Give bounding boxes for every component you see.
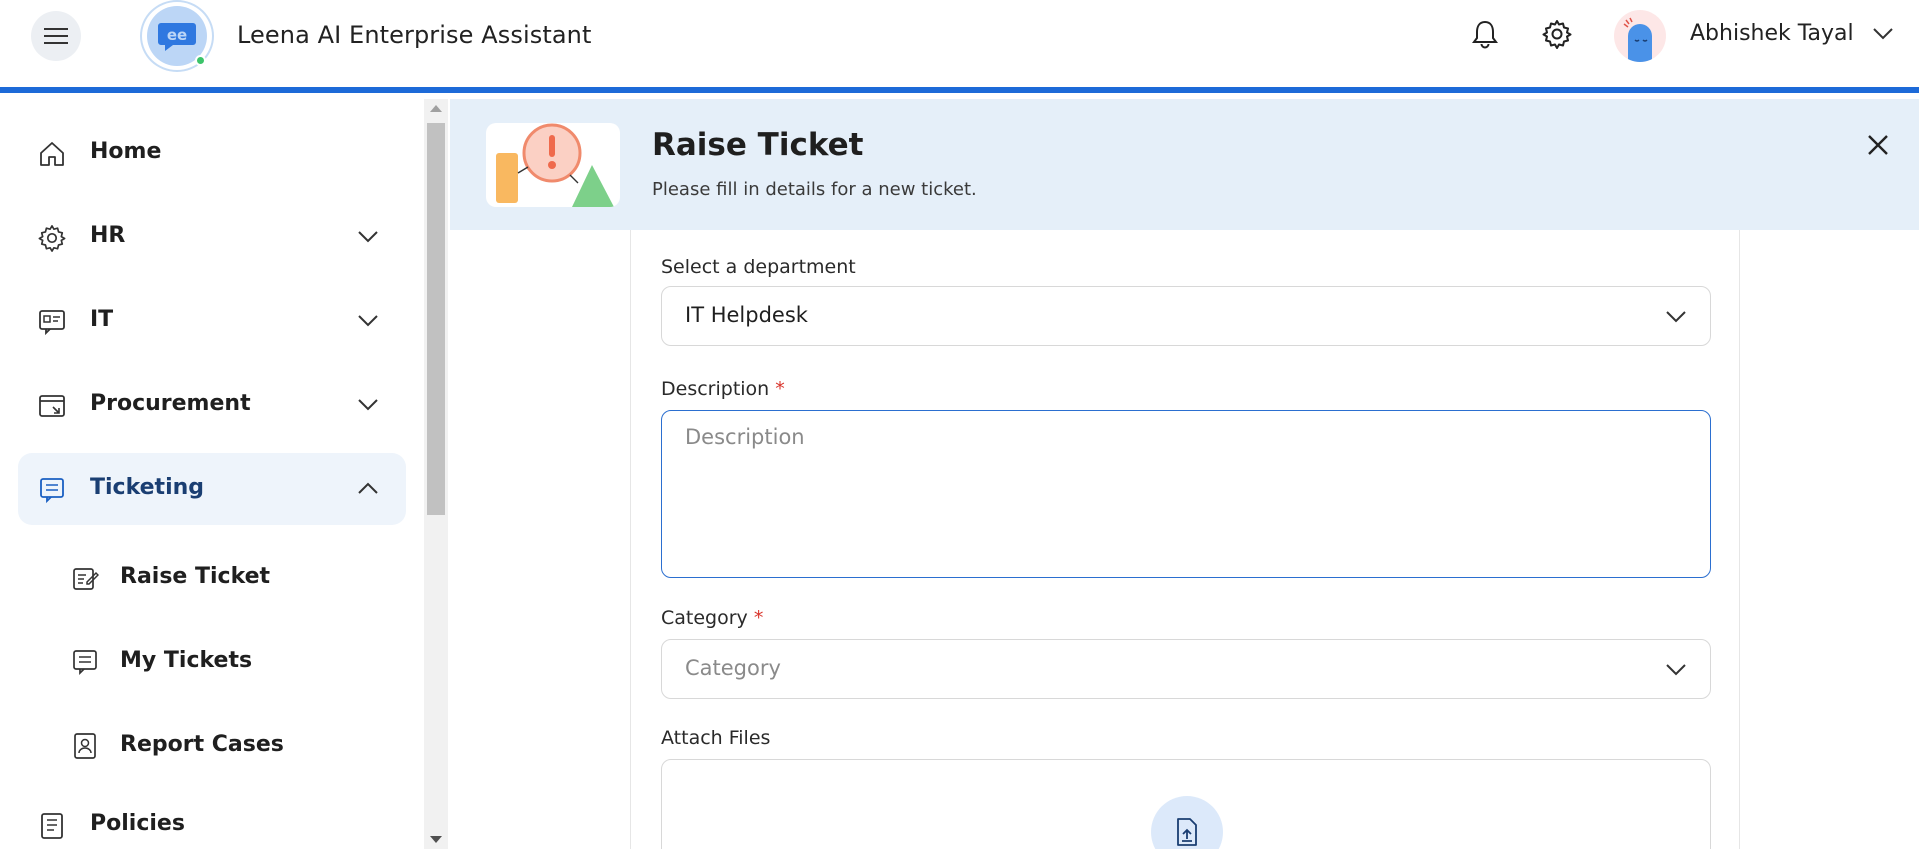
- upload-file-icon: [1177, 818, 1197, 846]
- scroll-down-arrow-icon[interactable]: [430, 836, 442, 843]
- description-field[interactable]: [661, 410, 1711, 578]
- user-avatar[interactable]: [1614, 10, 1666, 62]
- ticket-form: Select a department IT Helpdesk Descript…: [630, 230, 1740, 849]
- ticket-illustration: [486, 123, 620, 207]
- scrollbar-thumb[interactable]: [427, 123, 445, 515]
- sidebar-scrollbar[interactable]: [424, 99, 448, 849]
- required-asterisk: *: [775, 378, 785, 400]
- main-content: Raise Ticket Please fill in details for …: [448, 99, 1919, 849]
- edit-ticket-icon: [73, 568, 99, 590]
- chevron-down-icon: [1873, 28, 1893, 40]
- sidebar-subitem-my-tickets[interactable]: My Tickets: [68, 630, 406, 694]
- procurement-icon: [39, 395, 65, 417]
- gear-icon: [1542, 20, 1572, 49]
- sidebar-item-label: HR: [90, 223, 126, 248]
- online-status-dot: [195, 55, 206, 66]
- description-label-text: Description: [661, 378, 770, 400]
- ticket-list-icon: [73, 650, 97, 676]
- category-label-text: Category: [661, 607, 748, 629]
- top-header: ee Leena AI Enterprise Assistant Abhishe…: [0, 0, 1919, 93]
- sidebar-subitem-label: Report Cases: [120, 732, 284, 757]
- svg-text:ee: ee: [167, 26, 187, 44]
- home-icon: [40, 142, 64, 166]
- chevron-down-icon: [358, 315, 378, 327]
- ticket-icon: [40, 478, 64, 504]
- report-icon: [74, 733, 96, 759]
- sidebar-item-label: Ticketing: [90, 475, 205, 500]
- description-label: Description *: [661, 378, 785, 400]
- sidebar-item-label: Policies: [90, 811, 185, 836]
- app-title: Leena AI Enterprise Assistant: [237, 21, 592, 49]
- chat-logo-icon: ee: [158, 23, 196, 51]
- sidebar-item-policies[interactable]: Policies: [18, 789, 406, 849]
- sidebar-item-home[interactable]: Home: [18, 117, 406, 189]
- sidebar-subitem-label: Raise Ticket: [120, 564, 271, 589]
- sidebar-subitem-label: My Tickets: [120, 648, 253, 673]
- notifications-button[interactable]: [1468, 17, 1502, 51]
- category-placeholder: Category: [685, 656, 781, 680]
- sidebar-item-label: Procurement: [90, 391, 251, 416]
- settings-button[interactable]: [1540, 17, 1574, 51]
- chevron-down-icon: [358, 231, 378, 243]
- department-value: IT Helpdesk: [685, 303, 808, 327]
- page-subtitle: Please fill in details for a new ticket.: [652, 179, 977, 200]
- close-icon: [1868, 135, 1888, 155]
- alert-illustration-icon: [496, 123, 614, 207]
- category-select[interactable]: Category: [661, 639, 1711, 699]
- upload-button[interactable]: [1151, 796, 1223, 849]
- chevron-down-icon: [358, 399, 378, 411]
- sidebar-item-label: IT: [90, 307, 114, 332]
- raise-ticket-banner: Raise Ticket Please fill in details for …: [450, 99, 1919, 230]
- it-icon: [39, 310, 65, 336]
- sidebar-item-hr[interactable]: HR: [18, 201, 406, 273]
- user-name[interactable]: Abhishek Tayal: [1690, 21, 1854, 46]
- user-menu-chevron[interactable]: [1872, 26, 1894, 45]
- sidebar: Home HR IT Procurement Ticketing Raise T…: [0, 99, 424, 849]
- chevron-down-icon: [1666, 311, 1686, 323]
- sidebar-item-label: Home: [90, 139, 162, 164]
- sidebar-item-it[interactable]: IT: [18, 285, 406, 357]
- department-label: Select a department: [661, 256, 856, 278]
- hamburger-icon: [44, 28, 68, 44]
- sidebar-subitem-report-cases[interactable]: Report Cases: [68, 714, 406, 778]
- chevron-down-icon: [1666, 664, 1686, 676]
- department-select[interactable]: IT Helpdesk: [661, 286, 1711, 346]
- hamburger-menu-button[interactable]: [31, 11, 81, 61]
- bell-icon: [1472, 20, 1498, 49]
- file-drop-zone[interactable]: [661, 759, 1711, 849]
- category-label: Category *: [661, 607, 763, 629]
- avatar-face-icon: [1623, 17, 1652, 62]
- scroll-up-arrow-icon[interactable]: [430, 105, 442, 112]
- sidebar-item-procurement[interactable]: Procurement: [18, 369, 406, 441]
- required-asterisk: *: [753, 607, 764, 629]
- close-button[interactable]: [1862, 129, 1894, 161]
- chevron-up-icon: [358, 482, 378, 494]
- sidebar-item-ticketing[interactable]: Ticketing: [18, 453, 406, 525]
- document-icon: [41, 813, 63, 839]
- sidebar-subitem-raise-ticket[interactable]: Raise Ticket: [68, 546, 406, 610]
- page-title: Raise Ticket: [652, 127, 864, 163]
- attach-files-label: Attach Files: [661, 727, 771, 749]
- gear-icon: [38, 225, 66, 252]
